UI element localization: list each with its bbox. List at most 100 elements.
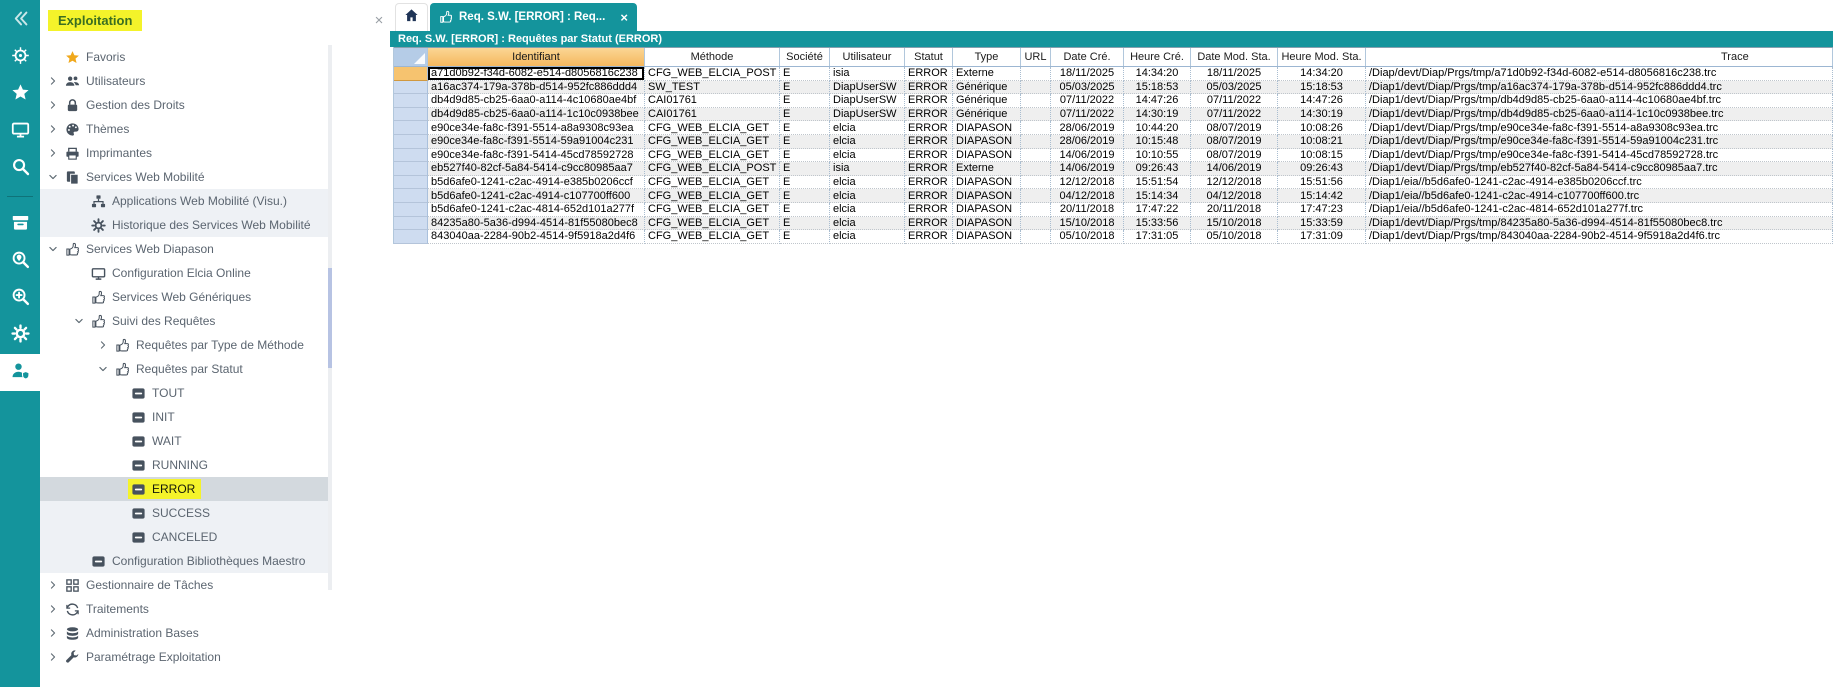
- cell-date_mod[interactable]: 08/07/2019: [1191, 135, 1278, 149]
- cell-heure_cre[interactable]: 10:15:48: [1124, 135, 1191, 149]
- cell-statut[interactable]: ERROR: [905, 176, 953, 190]
- cell-heure_cre[interactable]: 15:18:53: [1124, 81, 1191, 95]
- column-header-heure_mod[interactable]: Heure Mod. Sta.: [1278, 48, 1366, 66]
- cell-url[interactable]: [1021, 189, 1051, 203]
- chevron-down-icon[interactable]: [44, 169, 62, 185]
- chevron-right-icon[interactable]: [94, 337, 112, 353]
- row-select-cell[interactable]: [394, 108, 428, 122]
- tree-scrollbar[interactable]: [328, 45, 332, 590]
- cell-utilisateur[interactable]: elcia: [830, 135, 905, 149]
- cell-heure_mod[interactable]: 17:31:09: [1278, 230, 1366, 244]
- cell-date_cre[interactable]: 07/11/2022: [1051, 94, 1124, 108]
- cell-date_mod[interactable]: 07/11/2022: [1191, 94, 1278, 108]
- cell-identifiant[interactable]: a71d0b92-f34d-6082-e514-d8056816c238: [428, 67, 645, 81]
- cell-identifiant[interactable]: b5d6afe0-1241-c2ac-4814-652d101a277f: [428, 203, 645, 217]
- cell-url[interactable]: [1021, 217, 1051, 231]
- cell-date_cre[interactable]: 15/10/2018: [1051, 217, 1124, 231]
- chevron-right-icon[interactable]: [44, 145, 62, 161]
- column-header-date_mod[interactable]: Date Mod. Sta.: [1191, 48, 1278, 66]
- tab-close-icon[interactable]: ×: [620, 11, 628, 24]
- cell-trace[interactable]: /Diap1/devt/Diap/Prgs/tmp/a16ac374-179a-…: [1366, 81, 1833, 95]
- cell-heure_mod[interactable]: 10:08:21: [1278, 135, 1366, 149]
- cell-date_mod[interactable]: 18/11/2025: [1191, 67, 1278, 81]
- table-row[interactable]: e90ce34e-fa8c-f391-5514-a8a9308c93eaCFG_…: [394, 121, 1833, 135]
- tree-item-canceled[interactable]: CANCELED: [40, 525, 331, 549]
- cell-utilisateur[interactable]: DiapUserSW: [830, 81, 905, 95]
- select-all-header[interactable]: [394, 48, 428, 66]
- rail-button-search-location[interactable]: [0, 243, 40, 280]
- cell-date_mod[interactable]: 05/03/2025: [1191, 81, 1278, 95]
- row-select-cell[interactable]: [394, 176, 428, 190]
- tree-item-favoris[interactable]: Favoris: [40, 45, 331, 69]
- cell-heure_cre[interactable]: 15:33:56: [1124, 217, 1191, 231]
- tree-scrollbar-thumb[interactable]: [328, 268, 332, 368]
- row-select-cell[interactable]: [394, 121, 428, 135]
- cell-trace[interactable]: /Diap1/devt/Diap/Prgs/tmp/eb527f40-82cf-…: [1366, 162, 1833, 176]
- row-select-cell[interactable]: [394, 81, 428, 95]
- row-select-cell[interactable]: [394, 135, 428, 149]
- cell-trace[interactable]: /Diap1/devt/Diap/Prgs/tmp/db4d9d85-cb25-…: [1366, 94, 1833, 108]
- table-row[interactable]: eb527f40-82cf-5a84-5414-c9cc80985aa7CFG_…: [394, 162, 1833, 176]
- cell-statut[interactable]: ERROR: [905, 217, 953, 231]
- cell-url[interactable]: [1021, 176, 1051, 190]
- cell-utilisateur[interactable]: isia: [830, 67, 905, 81]
- table-row[interactable]: b5d6afe0-1241-c2ac-4914-c107700ff600CFG_…: [394, 189, 1833, 203]
- cell-type[interactable]: DIAPASON: [953, 121, 1021, 135]
- cell-date_cre[interactable]: 04/12/2018: [1051, 189, 1124, 203]
- cell-utilisateur[interactable]: DiapUserSW: [830, 108, 905, 122]
- tree-item-services-web-mobilite[interactable]: Services Web Mobilité: [40, 165, 331, 189]
- cell-date_cre[interactable]: 05/03/2025: [1051, 81, 1124, 95]
- cell-date_mod[interactable]: 08/07/2019: [1191, 121, 1278, 135]
- cell-societe[interactable]: E: [780, 81, 830, 95]
- cell-trace[interactable]: /Diap1/devt/Diap/Prgs/tmp/e90ce34e-fa8c-…: [1366, 149, 1833, 163]
- tree-item-suivi-des-requetes[interactable]: Suivi des Requêtes: [40, 309, 331, 333]
- column-header-url[interactable]: URL: [1021, 48, 1051, 66]
- cell-utilisateur[interactable]: elcia: [830, 217, 905, 231]
- cell-statut[interactable]: ERROR: [905, 189, 953, 203]
- cell-date_cre[interactable]: 20/11/2018: [1051, 203, 1124, 217]
- cell-url[interactable]: [1021, 94, 1051, 108]
- column-header-utilisateur[interactable]: Utilisateur: [830, 48, 905, 66]
- cell-date_mod[interactable]: 20/11/2018: [1191, 203, 1278, 217]
- cell-type[interactable]: DIAPASON: [953, 149, 1021, 163]
- chevron-down-icon[interactable]: [44, 241, 62, 257]
- cell-trace[interactable]: /Diap1/eia//b5d6afe0-1241-c2ac-4814-652d…: [1366, 203, 1833, 217]
- chevron-right-icon[interactable]: [44, 577, 62, 593]
- cell-societe[interactable]: E: [780, 94, 830, 108]
- cell-trace[interactable]: /Diap/devt/Diap/Prgs/tmp/a71d0b92-f34d-6…: [1366, 67, 1833, 81]
- column-header-trace[interactable]: Trace: [1366, 48, 1833, 66]
- cell-type[interactable]: DIAPASON: [953, 217, 1021, 231]
- cell-heure_cre[interactable]: 14:47:26: [1124, 94, 1191, 108]
- chevron-right-icon[interactable]: [44, 73, 62, 89]
- row-select-cell[interactable]: [394, 67, 428, 81]
- cell-date_cre[interactable]: 18/11/2025: [1051, 67, 1124, 81]
- tree-item-traitements[interactable]: Traitements: [40, 597, 331, 621]
- row-select-cell[interactable]: [394, 149, 428, 163]
- cell-societe[interactable]: E: [780, 108, 830, 122]
- cell-methode[interactable]: CFG_WEB_ELCIA_POST: [645, 162, 780, 176]
- cell-identifiant[interactable]: a16ac374-179a-378b-d514-952fc886ddd4: [428, 81, 645, 95]
- table-row[interactable]: db4d9d85-cb25-6aa0-a114-4c10680ae4bfCAI0…: [394, 94, 1833, 108]
- tab-home[interactable]: [395, 3, 428, 31]
- cell-identifiant[interactable]: db4d9d85-cb25-6aa0-a114-4c10680ae4bf: [428, 94, 645, 108]
- cell-societe[interactable]: E: [780, 149, 830, 163]
- rail-button-search[interactable]: [0, 150, 40, 187]
- cell-statut[interactable]: ERROR: [905, 81, 953, 95]
- row-select-cell[interactable]: [394, 94, 428, 108]
- cell-heure_mod[interactable]: 15:51:56: [1278, 176, 1366, 190]
- cell-methode[interactable]: CFG_WEB_ELCIA_GET: [645, 121, 780, 135]
- cell-statut[interactable]: ERROR: [905, 162, 953, 176]
- cell-type[interactable]: DIAPASON: [953, 176, 1021, 190]
- cell-heure_cre[interactable]: 15:14:34: [1124, 189, 1191, 203]
- cell-heure_cre[interactable]: 09:26:43: [1124, 162, 1191, 176]
- cell-identifiant[interactable]: b5d6afe0-1241-c2ac-4914-c107700ff600: [428, 189, 645, 203]
- tree-item-historique-des-services-web-mobilite[interactable]: Historique des Services Web Mobilité: [40, 213, 331, 237]
- cell-heure_mod[interactable]: 14:47:26: [1278, 94, 1366, 108]
- cell-societe[interactable]: E: [780, 162, 830, 176]
- tree-item-configuration-elcia-online[interactable]: Configuration Elcia Online: [40, 261, 331, 285]
- cell-heure_mod[interactable]: 09:26:43: [1278, 162, 1366, 176]
- cell-utilisateur[interactable]: elcia: [830, 230, 905, 244]
- cell-url[interactable]: [1021, 67, 1051, 81]
- cell-heure_mod[interactable]: 10:08:15: [1278, 149, 1366, 163]
- row-select-cell[interactable]: [394, 230, 428, 244]
